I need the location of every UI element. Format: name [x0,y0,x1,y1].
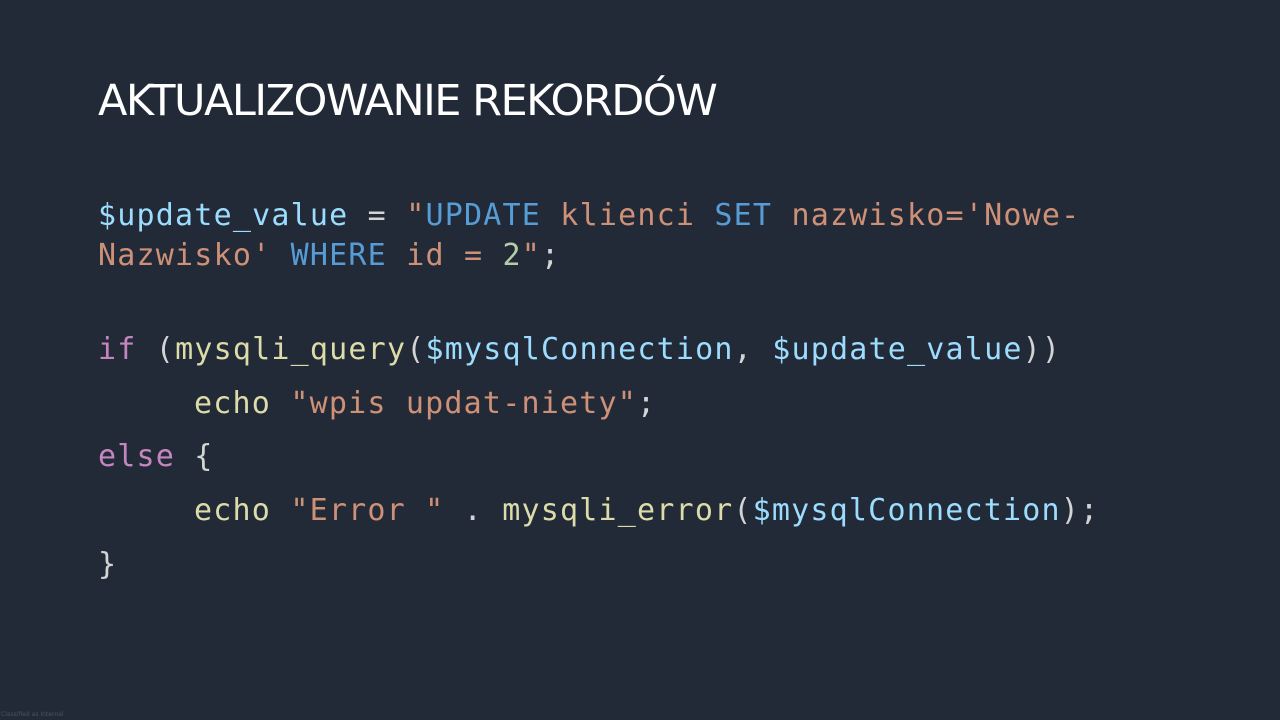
punctuation-token: ); [1060,493,1100,528]
variable-token: $mysqlConnection [752,493,1061,528]
function-token: mysqli_error [502,493,734,528]
string-token: " [521,238,542,273]
code-line-2: Nazwisko' WHERE id = 2"; [98,236,560,276]
punctuation-token: } [98,547,118,582]
variable-token: $mysqlConnection [425,332,734,367]
string-token: nazwisko='Nowe- [772,198,1081,233]
punctuation-token: ; [637,386,657,421]
function-token: echo [194,493,272,528]
string-token: "Error " [290,493,445,528]
code-line-5: else { [98,437,214,477]
punctuation-token: ( [136,332,176,367]
function-token: mysqli_query [175,332,407,367]
variable-token: $update_value [772,332,1023,367]
function-token: echo [194,386,272,421]
operator-token: = [348,198,407,233]
punctuation-token: ; [541,238,561,273]
control-keyword-token: if [98,332,137,367]
punctuation-token: , [733,332,773,367]
sql-keyword-token: UPDATE [425,198,542,233]
classification-label: Classified as Internal [1,711,64,718]
code-line-7: } [98,545,117,585]
operator-token: . [444,493,503,528]
number-token: 2 [502,238,522,273]
code-line-1: $update_value = "UPDATE klienci SET nazw… [98,196,1080,236]
string-token: id = [386,238,503,273]
variable-token: $update_value [98,198,349,233]
string-token: "wpis updat-niety" [290,386,638,421]
code-line-3: if (mysqli_query($mysqlConnection, $upda… [98,330,1061,370]
control-keyword-token: else [98,439,176,474]
string-token: klienci [541,198,715,233]
slide-title: AKTUALIZOWANIE REKORDÓW [98,76,718,126]
punctuation-token: ( [406,332,426,367]
punctuation-token: ( [733,493,753,528]
string-token: Nazwisko' [98,238,291,273]
string-token: " [406,198,426,233]
sql-keyword-token: SET [714,198,773,233]
punctuation-token: { [175,439,214,474]
slide: AKTUALIZOWANIE REKORDÓW $update_value = … [0,0,1280,720]
punctuation-token: )) [1022,332,1062,367]
sql-keyword-token: WHERE [290,238,387,273]
code-line-6: echo "Error " . mysqli_error($mysqlConne… [194,491,1099,531]
code-block: $update_value = "UPDATE klienci SET nazw… [98,0,1098,582]
code-line-4: echo "wpis updat-niety"; [194,384,656,424]
